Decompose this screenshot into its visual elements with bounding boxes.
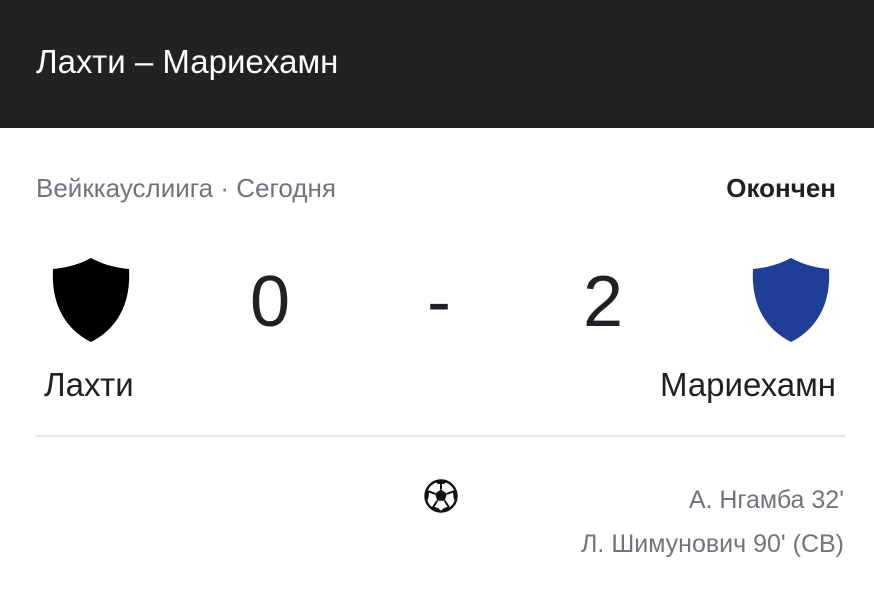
- away-team-name[interactable]: Мариехамн: [660, 364, 836, 406]
- match-card[interactable]: Вейккауслиига · Сегодня Окончен 0 - 2 Ла…: [0, 128, 874, 600]
- league-name[interactable]: Вейккауслиига: [36, 173, 213, 203]
- match-status: Окончен: [726, 173, 836, 203]
- home-team-name[interactable]: Лахти: [44, 364, 134, 406]
- home-team-crest-icon[interactable]: [51, 256, 131, 344]
- scorer-item: А. Нгамба 32': [688, 486, 844, 514]
- scorer-item: Л. Шимунович 90' (СВ): [581, 530, 844, 558]
- score-separator: -: [427, 262, 451, 342]
- home-score: 0: [250, 262, 291, 342]
- away-score: 2: [583, 262, 624, 342]
- match-date: Сегодня: [236, 173, 336, 203]
- home-shield-icon: [52, 258, 130, 342]
- divider: [36, 435, 845, 437]
- soccer-ball-icon: [424, 479, 458, 513]
- page-title: Лахти – Мариехамн: [36, 43, 339, 80]
- away-shield-icon: [752, 258, 830, 342]
- away-team-crest-icon[interactable]: [751, 256, 831, 344]
- app-header: Лахти – Мариехамн: [0, 0, 874, 128]
- away-scorers-list: А. Нгамба 32' Л. Шимунович 90' (СВ): [581, 478, 844, 566]
- meta-separator: ·: [220, 173, 230, 203]
- match-meta: Вейккауслиига · Сегодня: [36, 172, 336, 204]
